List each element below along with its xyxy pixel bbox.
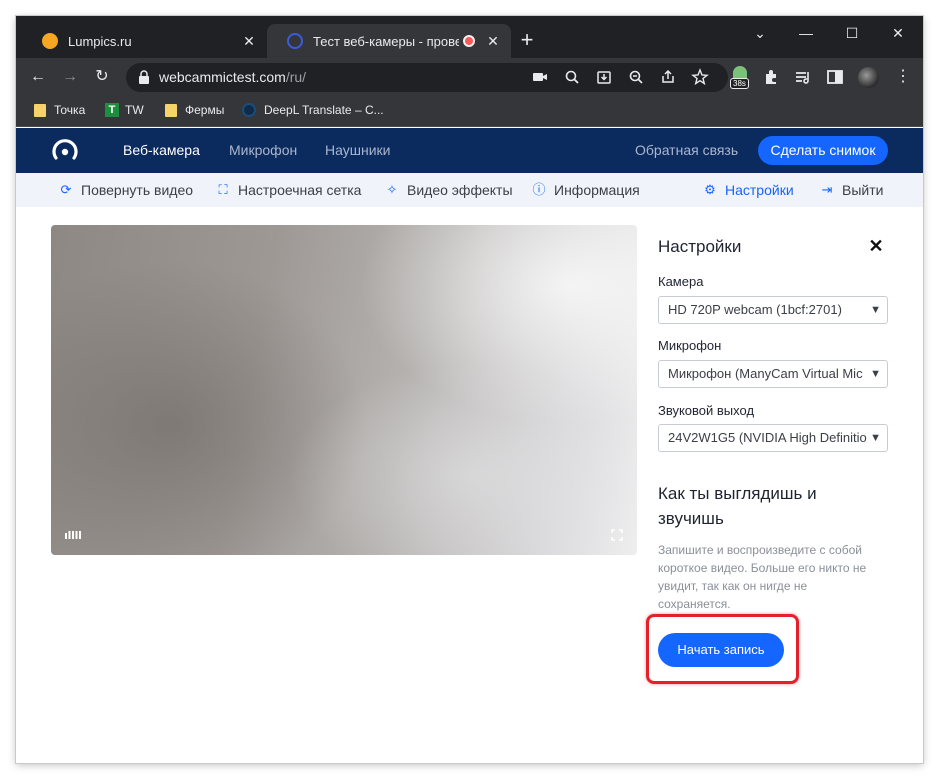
bookmarks-bar: Точка T TW Фермы DeepL Translate – C...: [16, 96, 923, 127]
close-icon[interactable]: ✕: [241, 33, 257, 49]
timer-extension-icon[interactable]: 38s: [730, 66, 750, 89]
settings-label: Настройки: [725, 182, 794, 198]
star-icon[interactable]: [690, 67, 710, 87]
grid-icon: ⛶: [218, 182, 228, 197]
grid-button[interactable]: ⛶ Настроечная сетка: [216, 182, 361, 198]
bookmark-tochka[interactable]: Точка: [34, 103, 85, 117]
tab-title: Lumpics.ru: [68, 33, 132, 49]
bookmark-tw[interactable]: T TW: [105, 103, 144, 117]
forward-button[interactable]: →: [59, 66, 81, 88]
tab-title: Тест веб-камеры - проверка: [313, 33, 459, 49]
rotate-video-button[interactable]: ⟳ Повернуть видео: [59, 182, 193, 198]
nav-microphone[interactable]: Микрофон: [229, 142, 297, 158]
bookmark-label: Фермы: [185, 103, 225, 117]
tab-lumpics[interactable]: Lumpics.ru ✕: [22, 24, 267, 58]
nav-headphones[interactable]: Наушники: [325, 142, 390, 158]
chevron-down-icon: ▼: [870, 432, 881, 444]
audio-level-icon: [65, 531, 81, 539]
video-effects-button[interactable]: ✧ Видео эффекты: [385, 182, 513, 198]
lumpics-favicon-icon: [42, 33, 58, 49]
tab-search-button[interactable]: ⌄: [746, 22, 774, 44]
address-bar[interactable]: webcammictest.com/ru/: [126, 63, 728, 92]
window-close-button[interactable]: ✕: [884, 22, 912, 44]
settings-title: Настройки: [658, 237, 742, 256]
self-check-description: Запишите и воспроизведите с собой коротк…: [658, 543, 867, 611]
maximize-button[interactable]: ☐: [838, 22, 866, 44]
webcam-favicon-icon: [287, 33, 303, 49]
take-snapshot-button[interactable]: Сделать снимок: [758, 136, 888, 165]
info-label: Информация: [554, 182, 640, 198]
bookmark-label: DeepL Translate – C...: [264, 103, 384, 117]
minimize-button[interactable]: —: [792, 22, 820, 44]
reload-button[interactable]: ↻: [91, 66, 113, 88]
bookmark-fermy[interactable]: Фермы: [165, 103, 224, 117]
self-check-title: Как ты выглядишь и звучишь: [658, 484, 817, 528]
camera-icon[interactable]: [530, 67, 550, 87]
video-toolbar: ⟳ Повернуть видео ⛶ Настроечная сетка ✧ …: [16, 173, 923, 207]
install-icon[interactable]: [594, 67, 614, 87]
effects-label: Видео эффекты: [407, 182, 513, 198]
audio-output-select[interactable]: 24V2W1G5 (NVIDIA High Definitio ▼: [658, 424, 888, 452]
camera-value: HD 720P webcam (1bcf:2701): [668, 302, 842, 317]
audio-output-value: 24V2W1G5 (NVIDIA High Definitio: [668, 430, 867, 445]
start-recording-button[interactable]: Начать запись: [658, 633, 784, 667]
recording-indicator-icon: [463, 35, 475, 47]
bookmark-deepl[interactable]: DeepL Translate – C...: [242, 103, 384, 117]
chevron-down-icon: ▼: [870, 304, 881, 316]
nav-feedback[interactable]: Обратная связь: [635, 142, 738, 158]
magic-wand-icon: ✧: [386, 182, 398, 197]
reading-list-icon[interactable]: [792, 66, 814, 88]
new-tab-button[interactable]: +: [516, 28, 538, 52]
exit-label: Выйти: [842, 182, 884, 198]
settings-button[interactable]: ⚙ Настройки: [703, 182, 794, 198]
close-icon[interactable]: ✕: [485, 33, 501, 49]
tab-webcam-test[interactable]: Тест веб-камеры - проверка ✕: [267, 24, 511, 58]
side-panel-icon[interactable]: [824, 66, 846, 88]
grid-label: Настроечная сетка: [238, 182, 362, 198]
folder-icon: [34, 103, 46, 117]
audio-output-label: Звуковой выход: [658, 403, 755, 418]
close-icon[interactable]: ✕: [868, 237, 884, 255]
exit-icon: ⇥: [821, 182, 833, 197]
extensions-puzzle-icon[interactable]: [761, 66, 783, 88]
share-icon[interactable]: [658, 67, 678, 87]
site-logo-icon[interactable]: [52, 138, 78, 164]
tab-strip: Lumpics.ru ✕ Тест веб-камеры - проверка …: [16, 16, 923, 58]
url-text[interactable]: webcammictest.com/ru/: [159, 69, 306, 85]
tw-icon: T: [105, 103, 119, 117]
microphone-select[interactable]: Микрофон (ManyCam Virtual Mic ▼: [658, 360, 888, 388]
chevron-down-icon: ▼: [870, 368, 881, 380]
exit-button[interactable]: ⇥ Выйти: [820, 182, 884, 198]
camera-select[interactable]: HD 720P webcam (1bcf:2701) ▼: [658, 296, 888, 324]
webcam-video[interactable]: [51, 225, 637, 555]
gear-icon: ⚙: [704, 182, 716, 197]
info-button[interactable]: ⓘ Информация: [532, 182, 640, 198]
nav-webcam[interactable]: Веб-камера: [123, 142, 200, 158]
rotate-label: Повернуть видео: [81, 182, 194, 198]
lock-icon: [139, 70, 149, 84]
microphone-label: Микрофон: [658, 338, 722, 353]
folder-icon: [165, 103, 177, 117]
browser-menu-button[interactable]: ⋮: [892, 66, 914, 88]
browser-window: Lumpics.ru ✕ Тест веб-камеры - проверка …: [16, 16, 923, 763]
back-button[interactable]: ←: [27, 66, 49, 88]
info-icon: ⓘ: [532, 182, 546, 197]
deepl-icon: [242, 103, 256, 117]
site-header: Веб-камера Микрофон Наушники Обратная св…: [16, 128, 923, 173]
search-icon[interactable]: [562, 67, 582, 87]
microphone-value: Микрофон (ManyCam Virtual Mic: [668, 366, 863, 381]
bookmark-label: TW: [125, 103, 144, 117]
zoom-out-icon[interactable]: [626, 67, 646, 87]
browser-toolbar: ← → ↻ webcammictest.com/ru/ 38s ⋮: [16, 58, 923, 96]
profile-avatar[interactable]: [858, 67, 879, 88]
camera-label: Камера: [658, 274, 704, 289]
fullscreen-icon[interactable]: [611, 529, 623, 541]
rotate-icon: ⟳: [60, 182, 72, 197]
bookmark-label: Точка: [54, 103, 86, 117]
